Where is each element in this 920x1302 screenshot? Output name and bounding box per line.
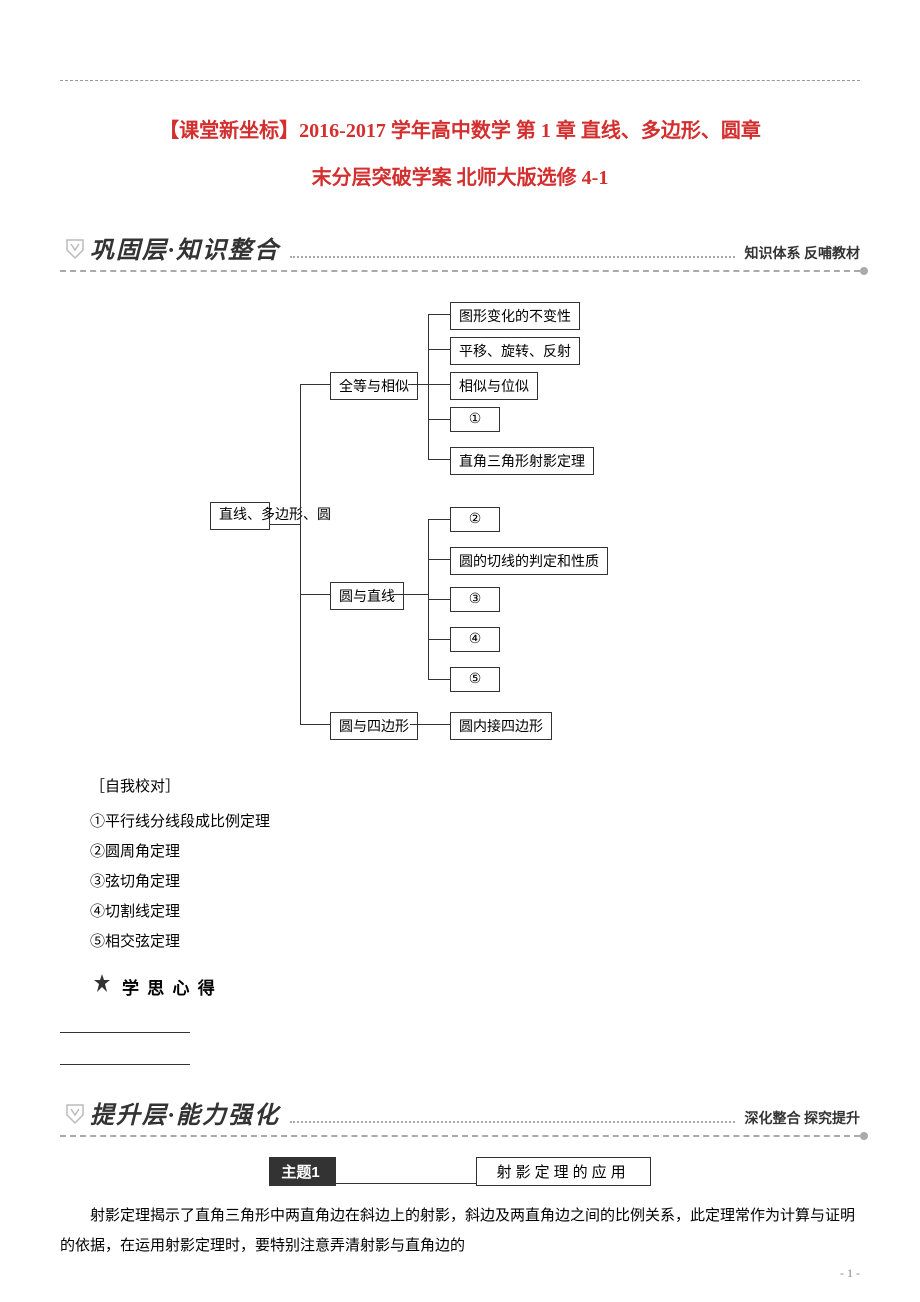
section2-underline	[60, 1135, 860, 1137]
diagram-b1-item4: 直角三角形射影定理	[450, 447, 594, 475]
topic-row: 主题1 射影定理的应用	[60, 1157, 860, 1186]
diagram-b3-item0: 圆内接四边形	[450, 712, 552, 740]
answer-item-4: ④切割线定理	[90, 897, 860, 927]
diagram-branch1: 全等与相似	[330, 372, 418, 400]
section1-underline	[60, 270, 860, 272]
section2-dots	[290, 1121, 735, 1123]
diagram-b2-item2: ③	[450, 587, 500, 612]
diagram-branch2: 圆与直线	[330, 582, 404, 610]
document-title-line1: 【课堂新坐标】2016-2017 学年高中数学 第 1 章 直线、多边形、圆章	[60, 111, 860, 151]
answer-item-3: ③弦切角定理	[90, 867, 860, 897]
diagram-b1-item1: 平移、旋转、反射	[450, 337, 580, 365]
study-reflection-header: 学 思 心 得	[90, 972, 860, 1001]
diagram-root: 直线、多边形、圆	[210, 502, 270, 530]
section2-title: 提升层·能力强化	[90, 1095, 280, 1130]
section2-header: 提升层·能力强化 深化整合 探究提升	[60, 1095, 860, 1130]
diagram-b2-item0: ②	[450, 507, 500, 532]
body-paragraph: 射影定理揭示了直角三角形中两直角边在斜边上的射影，斜边及两直角边之间的比例关系，…	[60, 1201, 860, 1261]
topic-label: 射影定理的应用	[476, 1157, 651, 1186]
blank-line-1	[60, 1011, 190, 1033]
answers-block: ［自我校对］ ①平行线分线段成比例定理 ②圆周角定理 ③弦切角定理 ④切割线定理…	[90, 772, 860, 957]
down-arrow-icon	[60, 1098, 90, 1128]
section1-title: 巩固层·知识整合	[90, 230, 280, 265]
section1-header: 巩固层·知识整合 知识体系 反哺教材	[60, 230, 860, 265]
study-reflection-text: 学 思 心 得	[122, 974, 217, 999]
section2-right-label: 深化整合 探究提升	[745, 1108, 861, 1130]
down-arrow-icon	[60, 233, 90, 263]
blank-line-2	[60, 1043, 190, 1065]
answer-item-2: ②圆周角定理	[90, 837, 860, 867]
diagram-branch3: 圆与四边形	[330, 712, 418, 740]
document-title-line2: 末分层突破学案 北师大版选修 4-1	[60, 161, 860, 190]
section1-dots	[290, 256, 735, 258]
diagram-b2-item4: ⑤	[450, 667, 500, 692]
diagram-b1-item0: 图形变化的不变性	[450, 302, 580, 330]
answers-header: ［自我校对］	[90, 772, 860, 802]
top-divider	[60, 80, 860, 81]
lamp-icon	[90, 972, 114, 1001]
answer-item-1: ①平行线分线段成比例定理	[90, 807, 860, 837]
section1-right-label: 知识体系 反哺教材	[745, 243, 861, 265]
diagram-b1-item2: 相似与位似	[450, 372, 538, 400]
diagram-b2-item1: 圆的切线的判定和性质	[450, 547, 608, 575]
topic-connector	[336, 1183, 476, 1184]
topic-badge: 主题1	[269, 1157, 335, 1186]
diagram-b1-item3: ①	[450, 407, 500, 432]
page-number: - 1 -	[840, 1266, 860, 1281]
diagram-b2-item3: ④	[450, 627, 500, 652]
answer-item-5: ⑤相交弦定理	[90, 927, 860, 957]
knowledge-diagram: 直线、多边形、圆 全等与相似 圆与直线 圆与四边形 图形变化的不变性 平移、旋转…	[210, 302, 710, 742]
